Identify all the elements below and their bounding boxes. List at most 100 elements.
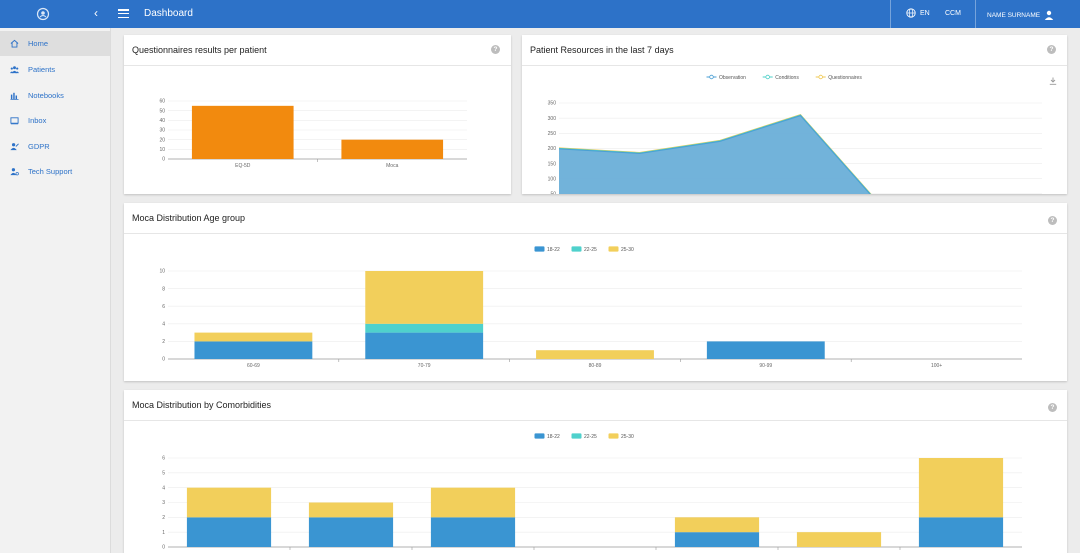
questionnaires-bar-chart: 0 10 20 30 40 50 60 EQ-5D Moca [159, 99, 467, 169]
y-tick-label: 350 [548, 101, 557, 107]
help-icon[interactable]: ? [1048, 403, 1057, 412]
sidebar-item-label: Notebooks [28, 91, 64, 100]
download-icon[interactable] [1049, 77, 1057, 85]
y-tick-label: 10 [159, 269, 165, 275]
x-tick-label: Moca [386, 163, 398, 169]
sidebar-item-patients[interactable]: Patients [0, 57, 110, 82]
questionnaires-card: Questionnaires results per patient ? 0 10… [124, 35, 511, 194]
user-name: NAME SURNAME [987, 11, 1041, 19]
sidebar-item-gdpr[interactable]: GDPR [0, 134, 110, 159]
legend-label: 18-22 [547, 247, 560, 253]
bar-segment [308, 502, 394, 518]
app-logo-icon[interactable] [36, 7, 50, 21]
inbox-icon [9, 117, 19, 125]
bar-segment [918, 517, 1004, 547]
legend-label: 25-30 [621, 434, 634, 440]
x-tick-label: 70-79 [418, 363, 431, 369]
support-icon [9, 168, 19, 176]
divider [890, 0, 891, 28]
divider [975, 0, 976, 28]
top-app-bar: ‹ Dashboard EN CCM NAME SURNAME [0, 0, 1080, 28]
y-tick-label: 50 [550, 192, 556, 194]
y-tick-label: 0 [162, 357, 165, 363]
legend-marker [608, 246, 619, 252]
y-tick-label: 1 [162, 530, 165, 536]
x-tick-label: 90-99 [759, 363, 772, 369]
bar-segment [796, 532, 882, 547]
sidebar-item-inbox[interactable]: Inbox [0, 108, 110, 133]
legend-label: Observation [719, 75, 746, 81]
legend-marker [608, 433, 619, 439]
help-icon[interactable]: ? [1047, 45, 1056, 54]
age-group-card: Moca Distribution Age group ? 18-22 22-25… [124, 203, 1067, 381]
legend-label: Conditions [775, 75, 799, 81]
home-icon [10, 39, 18, 48]
legend-label: 25-30 [621, 247, 634, 253]
y-tick-label: 6 [162, 456, 165, 462]
legend-marker [709, 74, 714, 80]
bar-segment [186, 517, 272, 547]
y-tick-label: 200 [548, 146, 557, 152]
x-tick-label: 60-69 [247, 363, 260, 369]
comorbidities-stacked-chart: 18-22 22-25 25-30 0 1 2 3 4 5 6 [162, 433, 1022, 551]
legend-marker [571, 246, 582, 252]
bar-segment [194, 332, 313, 342]
help-icon[interactable]: ? [491, 45, 500, 54]
bar-segment [186, 487, 272, 518]
language-selector[interactable]: EN [906, 8, 930, 18]
sidebar-item-home[interactable]: Home [0, 31, 110, 56]
user-icon [1044, 10, 1054, 20]
y-tick-label: 4 [162, 322, 165, 328]
organization-selector[interactable]: CCM [945, 10, 961, 17]
sidebar-item-label: GDPR [28, 142, 50, 151]
bar [341, 139, 444, 159]
bar-segment [536, 350, 654, 359]
y-tick-label: 0 [162, 157, 165, 163]
chart-icon [9, 92, 19, 100]
y-tick-label: 100 [548, 176, 557, 182]
y-tick-label: 50 [159, 108, 165, 114]
sidebar-item-label: Tech Support [28, 167, 73, 176]
legend-marker [571, 433, 582, 439]
legend-marker [534, 433, 545, 439]
x-tick-label: 100+ [931, 363, 942, 369]
language-label: EN [920, 9, 930, 17]
user-menu[interactable]: NAME SURNAME [987, 10, 1054, 20]
card-title: Patient Resources in the last 7 days [530, 45, 674, 55]
bar-segment [706, 341, 825, 359]
patients-icon [9, 66, 19, 74]
card-title: Moca Distribution Age group [132, 213, 246, 223]
card-title: Moca Distribution by Comorbidities [132, 400, 272, 410]
comorbidities-card: Moca Distribution by Comorbidities ? 18-… [124, 390, 1067, 553]
y-tick-label: 6 [162, 304, 165, 310]
y-tick-label: 5 [162, 471, 165, 477]
gdpr-icon [9, 143, 19, 151]
legend-marker [765, 74, 770, 80]
y-tick-label: 10 [159, 147, 165, 153]
bar-segment [430, 487, 516, 518]
collapse-sidebar-icon[interactable]: ‹ [94, 6, 98, 20]
globe-icon [906, 8, 916, 18]
y-tick-label: 3 [162, 500, 165, 506]
bar-segment [674, 532, 760, 547]
y-tick-label: 8 [162, 286, 165, 292]
help-icon[interactable]: ? [1048, 216, 1057, 225]
y-tick-label: 300 [548, 116, 557, 122]
y-tick-label: 30 [159, 128, 165, 134]
legend-label: 22-25 [584, 247, 597, 253]
menu-icon[interactable] [118, 9, 129, 19]
sidebar-item-label: Home [28, 39, 49, 48]
y-tick-label: 2 [162, 515, 165, 521]
bar-segment [918, 458, 1004, 518]
sidebar-item-notebooks[interactable]: Notebooks [0, 83, 110, 108]
sidebar-item-tech-support[interactable]: Tech Support [0, 159, 110, 184]
sidebar-item-label: Inbox [28, 116, 47, 125]
y-tick-label: 250 [548, 131, 557, 137]
y-tick-label: 150 [548, 161, 557, 167]
y-tick-label: 4 [162, 485, 165, 491]
area-fill [559, 115, 871, 194]
bar-segment [430, 517, 516, 547]
bar-segment [674, 517, 760, 533]
legend-label: Questionnaires [828, 75, 862, 81]
x-tick-label: EQ-5D [235, 163, 251, 169]
